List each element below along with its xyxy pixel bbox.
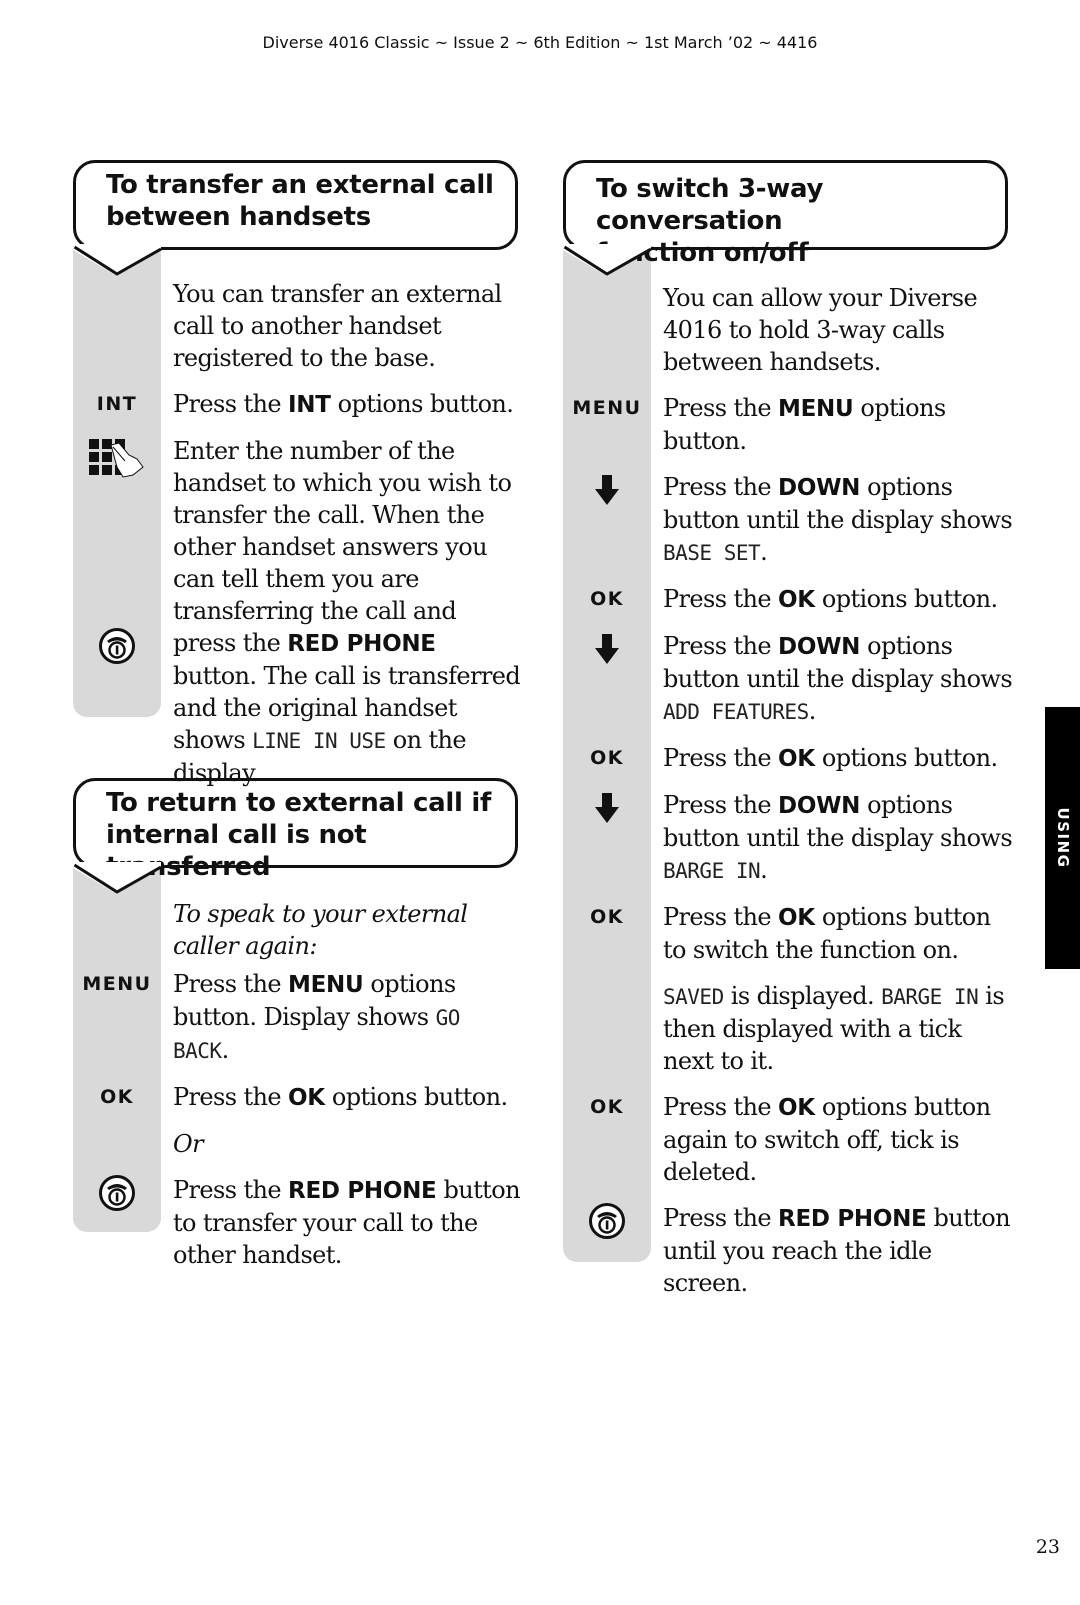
step-enter-number: Enter the number of the handset to which… <box>73 435 523 627</box>
down-arrow-icon <box>595 475 619 505</box>
lcd-text: BASE SET <box>663 541 761 565</box>
step-press-int: INT Press the INT options button. <box>96 390 514 418</box>
step-press-menu: MENU Press the MENU options button. <box>572 394 946 455</box>
step-press-ok: OK Press the OK options button. <box>590 585 998 613</box>
step-or: Or <box>173 1130 204 1158</box>
ok-key-icon: OK <box>590 1096 624 1118</box>
page-number: 23 <box>1035 1536 1060 1558</box>
int-key-icon: INT <box>96 393 138 415</box>
step-press-down-add-features: Press the DOWN options button until the … <box>563 630 1013 728</box>
ok-key-icon: OK <box>590 906 624 928</box>
lcd-text: LINE IN USE <box>252 729 386 753</box>
step-red-phone: press the RED PHONE button. The call is … <box>73 627 523 789</box>
header-pointer <box>73 244 162 276</box>
ok-key-icon: OK <box>590 588 624 610</box>
keypad-icon <box>89 439 144 478</box>
ok-key-icon: OK <box>100 1086 134 1108</box>
red-phone-icon <box>99 1175 135 1211</box>
header-pointer <box>73 862 162 894</box>
step-intro: You can allow your Diverse 4016 to hold … <box>663 284 978 376</box>
step-press-menu: MENU Press the MENU options button. Disp… <box>82 970 460 1064</box>
step-press-ok: OK Press the OK options button. <box>590 744 998 772</box>
section-header: To switch 3-way conversation function on… <box>563 160 1008 268</box>
menu-key-icon: MENU <box>82 973 152 995</box>
step-intro: You can transfer an external call to ano… <box>173 280 502 372</box>
header-pointer <box>563 244 652 276</box>
step-press-ok-switch-on: OK Press the OK options button to switch… <box>590 903 991 964</box>
lcd-text: BARGE IN <box>881 985 979 1009</box>
step-press-ok-switch-off: OK Press the OK options button again to … <box>590 1093 991 1186</box>
step-red-phone: Press the RED PHONE button to transfer y… <box>73 1174 523 1271</box>
section-header: To transfer an external call between han… <box>73 160 518 250</box>
step-press-ok: OK Press the OK options button. <box>100 1083 508 1111</box>
lcd-text: ADD FEATURES <box>663 700 809 724</box>
lcd-text: BARGE IN <box>663 859 761 883</box>
step-intro: To speak to your external caller again: <box>173 900 468 960</box>
menu-key-icon: MENU <box>572 397 642 419</box>
step-press-down-barge-in: Press the DOWN options button until the … <box>563 789 1013 887</box>
down-arrow-icon <box>595 634 619 664</box>
ok-key-icon: OK <box>590 747 624 769</box>
step-saved-message: SAVED is displayed. BARGE IN is then dis… <box>663 982 1005 1075</box>
section-title: To switch 3-way conversation function on… <box>596 174 824 268</box>
section-title: To transfer an external call between han… <box>106 170 494 232</box>
red-phone-icon <box>589 1203 625 1239</box>
red-phone-icon <box>99 628 135 664</box>
down-arrow-icon <box>595 793 619 823</box>
step-red-phone: Press the RED PHONE button until you rea… <box>563 1202 1013 1299</box>
lcd-text: SAVED <box>663 985 724 1009</box>
side-tab-using: USING <box>1045 707 1080 969</box>
step-press-down-base-set: Press the DOWN options button until the … <box>563 471 1013 569</box>
running-head: Diverse 4016 Classic ~ Issue 2 ~ 6th Edi… <box>262 33 818 52</box>
